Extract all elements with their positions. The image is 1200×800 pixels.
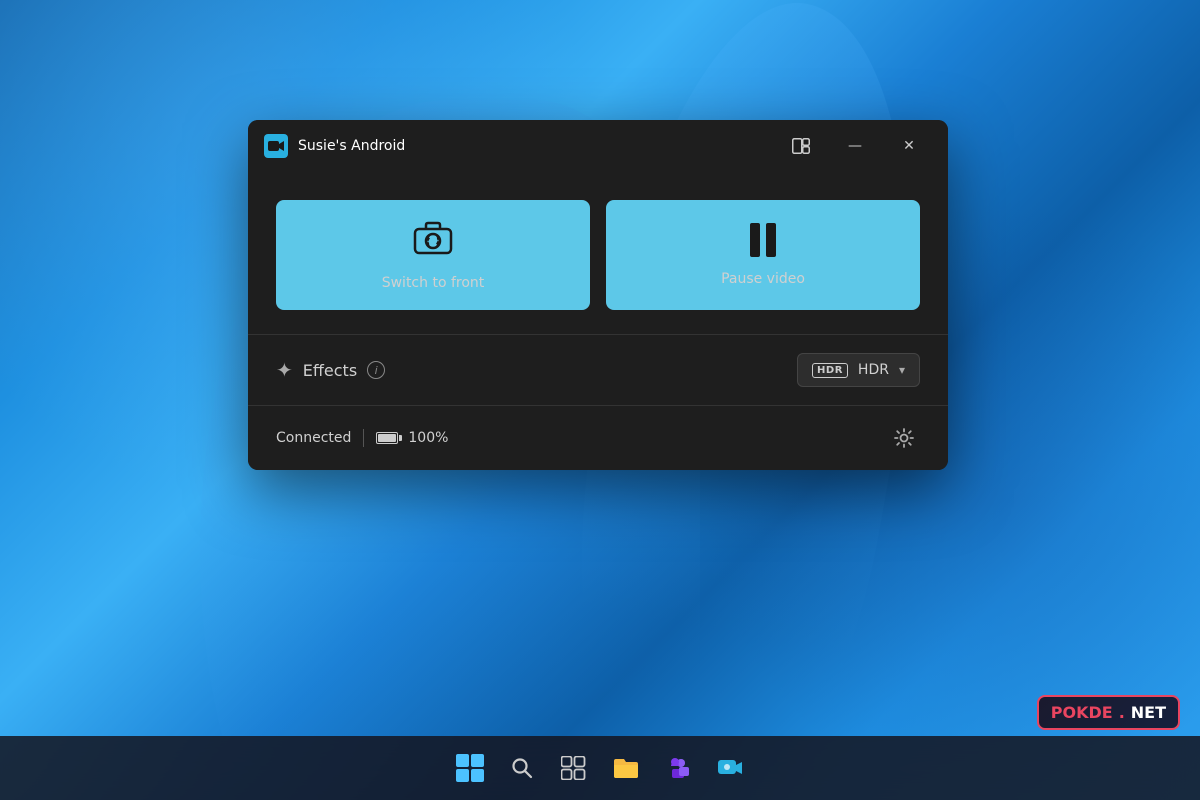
connection-status: Connected: [276, 430, 351, 446]
taskbar-item-explorer[interactable]: [602, 744, 650, 792]
effects-label: Effects: [303, 361, 357, 380]
task-view-icon: [561, 756, 587, 780]
taskbar-item-taskview[interactable]: [550, 744, 598, 792]
title-bar-controls: — ✕: [778, 130, 932, 162]
taskbar-item-teams[interactable]: [654, 744, 702, 792]
hdr-label: HDR: [858, 362, 889, 378]
title-bar-left: Susie's Android: [264, 134, 778, 158]
status-bar: Connected 100%: [248, 405, 948, 470]
phone-link-icon: [717, 757, 743, 779]
taskbar: [0, 736, 1200, 800]
pause-video-button[interactable]: Pause video: [606, 200, 920, 310]
pokde-net: NET: [1131, 703, 1166, 722]
battery-tip: [399, 435, 402, 441]
pokde-text: POKDE: [1051, 703, 1113, 722]
pause-video-label: Pause video: [721, 271, 805, 287]
battery-fill: [378, 434, 396, 442]
switch-camera-icon: [411, 219, 455, 261]
title-bar: Susie's Android — ✕: [248, 120, 948, 172]
snap-layout-button[interactable]: [778, 130, 824, 162]
action-buttons-row: Switch to front Pause video: [276, 200, 920, 310]
windows-logo-icon: [456, 754, 484, 782]
taskbar-item-start[interactable]: [446, 744, 494, 792]
app-window: Susie's Android — ✕: [248, 120, 948, 470]
battery-icon: [376, 432, 402, 444]
search-icon: [510, 756, 534, 780]
hdr-badge: HDR: [812, 363, 848, 378]
effects-info-button[interactable]: i: [367, 361, 385, 379]
watermark: POKDE . NET: [1037, 695, 1180, 730]
file-explorer-icon: [612, 756, 640, 780]
minimize-button[interactable]: —: [832, 130, 878, 162]
app-icon: [264, 134, 288, 158]
battery-percentage: 100%: [408, 430, 448, 446]
hdr-dropdown[interactable]: HDR HDR ▾: [797, 353, 920, 387]
effects-row: ✦ Effects i HDR HDR ▾: [276, 335, 920, 405]
settings-button[interactable]: [888, 422, 920, 454]
effects-left: ✦ Effects i: [276, 358, 797, 382]
pokde-badge: POKDE . NET: [1037, 695, 1180, 730]
close-button[interactable]: ✕: [886, 130, 932, 162]
battery-indicator: 100%: [376, 430, 448, 446]
chevron-down-icon: ▾: [899, 363, 905, 377]
status-left: Connected 100%: [276, 429, 888, 447]
taskbar-item-search[interactable]: [498, 744, 546, 792]
battery-body: [376, 432, 398, 444]
teams-icon: [665, 756, 691, 780]
window-title: Susie's Android: [298, 138, 405, 154]
sparkle-icon: ✦: [276, 358, 293, 382]
window-content: Switch to front Pause video ✦ Effects i: [248, 172, 948, 405]
taskbar-item-phonelink[interactable]: [706, 744, 754, 792]
switch-to-front-label: Switch to front: [382, 275, 485, 291]
switch-to-front-button[interactable]: Switch to front: [276, 200, 590, 310]
pokde-dot: .: [1119, 703, 1125, 722]
status-divider: [363, 429, 364, 447]
pause-icon: [750, 223, 776, 257]
